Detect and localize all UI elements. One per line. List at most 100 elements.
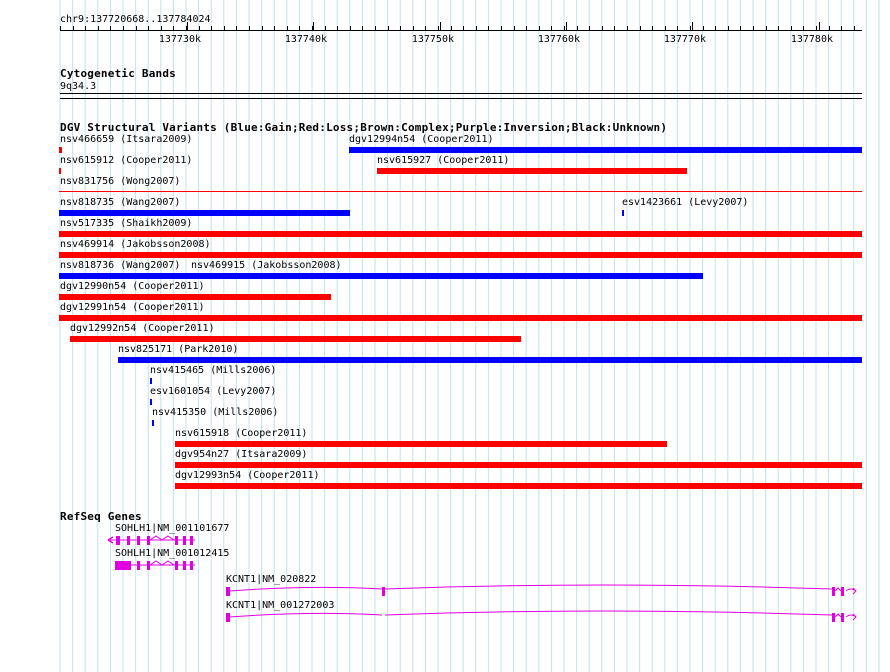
- ruler-minor-tick: [161, 26, 162, 31]
- ruler-minor-tick: [816, 26, 817, 31]
- dgv-feature-bar[interactable]: [175, 462, 862, 468]
- dgv-feature-label[interactable]: nsv818736 (Wang2007): [60, 260, 180, 272]
- ruler-minor-tick: [110, 26, 111, 31]
- ruler-minor-tick: [514, 26, 515, 31]
- ruler-minor-tick: [287, 26, 288, 31]
- ruler-minor-tick: [350, 26, 351, 31]
- ruler-major-tick: [440, 22, 441, 31]
- dgv-feature-bar[interactable]: [175, 483, 862, 489]
- ruler-minor-tick: [488, 26, 489, 31]
- dgv-feature-bar[interactable]: [59, 252, 862, 258]
- dgv-feature-label[interactable]: nsv831756 (Wong2007): [60, 176, 180, 188]
- ruler-minor-tick: [388, 26, 389, 31]
- ruler-minor-tick: [677, 26, 678, 31]
- dgv-feature-bar[interactable]: [622, 210, 624, 216]
- dgv-feature-bar[interactable]: [59, 273, 178, 279]
- ruler-minor-tick: [98, 26, 99, 31]
- ruler-minor-tick: [665, 26, 666, 31]
- ruler-minor-tick: [249, 26, 250, 31]
- ruler-minor-tick: [362, 26, 363, 31]
- dgv-feature-bar[interactable]: [59, 147, 62, 153]
- ruler-tick-label: 137730k: [158, 34, 201, 45]
- dgv-feature-label[interactable]: nsv818735 (Wang2007): [60, 197, 180, 209]
- ruler-minor-tick: [753, 26, 754, 31]
- dgv-feature-label[interactable]: nsv415350 (Mills2006): [152, 407, 278, 419]
- dgv-feature-bar[interactable]: [152, 420, 154, 426]
- ruler-minor-tick: [463, 26, 464, 31]
- dgv-feature-bar[interactable]: [150, 399, 152, 405]
- dgv-feature-bar[interactable]: [175, 441, 667, 447]
- ruler-minor-tick: [299, 26, 300, 31]
- gene-label[interactable]: KCNT1|NM_020822: [226, 574, 316, 586]
- ruler-minor-tick: [425, 26, 426, 31]
- ruler-minor-tick: [728, 26, 729, 31]
- ruler-tick-label: 137780k: [790, 34, 833, 45]
- ruler-minor-tick: [73, 26, 74, 31]
- gene-label[interactable]: SOHLH1|NM_001101677: [115, 523, 229, 535]
- dgv-feature-label[interactable]: dgv12991n54 (Cooper2011): [60, 302, 205, 314]
- ruler-minor-tick: [791, 26, 792, 31]
- ruler-minor-tick: [224, 26, 225, 31]
- ruler-minor-tick: [136, 26, 137, 31]
- dgv-feature-label[interactable]: nsv469915 (Jakobsson2008): [191, 260, 342, 272]
- dgv-feature-bar[interactable]: [70, 336, 521, 342]
- dgv-feature-bar[interactable]: [178, 273, 703, 279]
- ruler-major-tick: [819, 22, 820, 31]
- dgv-feature-label[interactable]: nsv615927 (Cooper2011): [377, 155, 509, 167]
- ruler-minor-tick: [640, 26, 641, 31]
- gene-label[interactable]: KCNT1|NM_001272003: [226, 600, 334, 612]
- dgv-feature-label[interactable]: nsv517335 (Shaikh2009): [60, 218, 192, 230]
- refseq-track-title[interactable]: RefSeq Genes: [60, 510, 142, 523]
- ruler-major-tick: [187, 22, 188, 31]
- cytoband-line-top: [60, 93, 862, 94]
- ruler-minor-tick: [236, 26, 237, 31]
- ruler-minor-tick: [123, 26, 124, 31]
- dgv-feature-label[interactable]: dgv12990n54 (Cooper2011): [60, 281, 205, 293]
- dgv-feature-bar[interactable]: [377, 168, 687, 174]
- dgv-feature-bar[interactable]: [150, 378, 152, 384]
- ruler-minor-tick: [652, 26, 653, 31]
- dgv-feature-bar[interactable]: [59, 191, 862, 192]
- dgv-feature-label[interactable]: dgv12994n54 (Cooper2011): [349, 134, 494, 146]
- dgv-feature-bar[interactable]: [118, 357, 862, 363]
- ruler-minor-tick: [476, 26, 477, 31]
- dgv-feature-label[interactable]: dgv954n27 (Itsara2009): [175, 449, 307, 461]
- ruler-tick-label: 137770k: [663, 34, 706, 45]
- dgv-feature-label[interactable]: nsv415465 (Mills2006): [150, 365, 276, 377]
- cytoband-label: 9q34.3: [60, 81, 97, 92]
- ruler-minor-tick: [274, 26, 275, 31]
- ruler-minor-tick: [690, 26, 691, 31]
- dgv-track-title[interactable]: DGV Structural Variants (Blue:Gain;Red:L…: [60, 121, 667, 134]
- ruler-minor-tick: [337, 26, 338, 31]
- dgv-feature-label[interactable]: nsv615918 (Cooper2011): [175, 428, 307, 440]
- ruler-major-tick: [692, 22, 693, 31]
- dgv-feature-label[interactable]: nsv615912 (Cooper2011): [60, 155, 192, 167]
- ruler-minor-tick: [715, 26, 716, 31]
- ruler-major-tick: [313, 22, 314, 31]
- ruler-minor-tick: [551, 26, 552, 31]
- dgv-feature-label[interactable]: esv1423661 (Levy2007): [622, 197, 748, 209]
- ruler-minor-tick: [85, 26, 86, 31]
- dgv-feature-bar[interactable]: [59, 168, 61, 174]
- dgv-feature-label[interactable]: nsv469914 (Jakobsson2008): [60, 239, 211, 251]
- gene-label[interactable]: SOHLH1|NM_001012415: [115, 548, 229, 560]
- cytoband-line-bottom: [60, 98, 862, 99]
- ruler-minor-tick: [199, 26, 200, 31]
- ruler-minor-tick: [589, 26, 590, 31]
- ruler-minor-tick: [60, 26, 61, 31]
- ruler-minor-tick: [627, 26, 628, 31]
- dgv-feature-label[interactable]: dgv12993n54 (Cooper2011): [175, 470, 320, 482]
- cytoband-track-title[interactable]: Cytogenetic Bands: [60, 67, 176, 80]
- ruler-minor-tick: [325, 26, 326, 31]
- dgv-feature-label[interactable]: dgv12992n54 (Cooper2011): [70, 323, 215, 335]
- dgv-feature-label[interactable]: nsv825171 (Park2010): [118, 344, 238, 356]
- ruler-minor-tick: [262, 26, 263, 31]
- dgv-feature-bar[interactable]: [59, 294, 331, 300]
- dgv-feature-bar[interactable]: [59, 231, 862, 237]
- dgv-feature-bar[interactable]: [59, 210, 350, 216]
- dgv-feature-bar[interactable]: [59, 315, 862, 321]
- dgv-feature-label[interactable]: nsv466659 (Itsara2009): [60, 134, 192, 146]
- dgv-feature-bar[interactable]: [349, 147, 862, 153]
- ruler-minor-tick: [829, 26, 830, 31]
- dgv-feature-label[interactable]: esv1601054 (Levy2007): [150, 386, 276, 398]
